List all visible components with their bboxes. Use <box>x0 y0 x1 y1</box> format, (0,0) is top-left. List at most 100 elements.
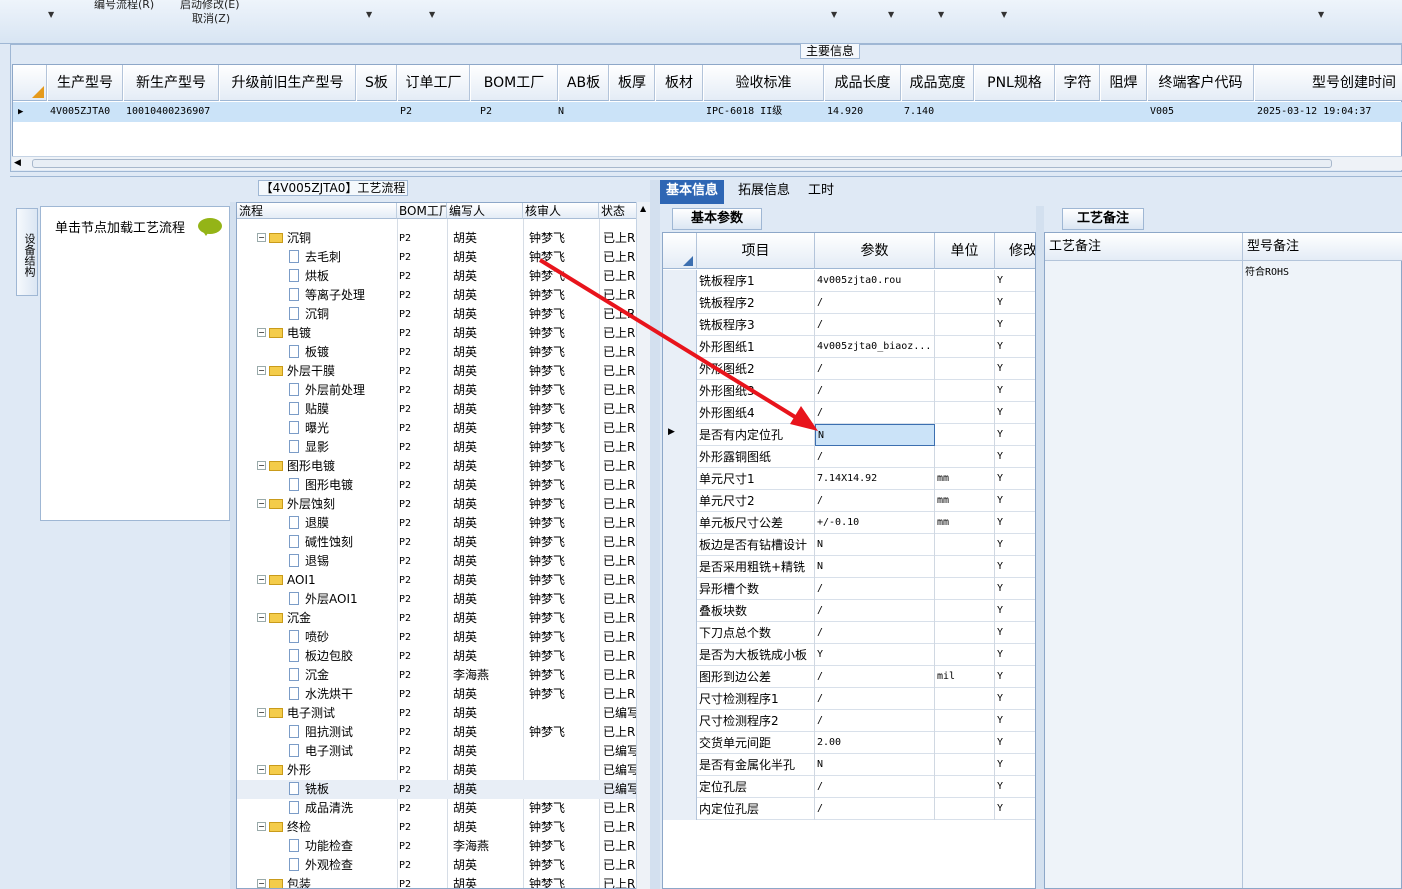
grid-corner[interactable] <box>663 233 697 269</box>
col-header[interactable]: 生产型号 <box>48 65 123 101</box>
tree-row[interactable]: − 电镀 P2 胡英 钟梦飞 已上R <box>237 324 637 343</box>
row-header[interactable] <box>663 556 697 578</box>
tree-node[interactable]: − AOI1 <box>257 571 397 590</box>
grid-corner[interactable] <box>13 65 47 101</box>
model-note-value[interactable]: 符合ROHS <box>1245 263 1289 278</box>
tree-row[interactable]: 退膜 P2 胡英 钟梦飞 已上R <box>237 514 637 533</box>
horizontal-scrollbar[interactable]: ◀ <box>12 156 1402 170</box>
tree-row[interactable]: 曝光 P2 胡英 钟梦飞 已上R <box>237 419 637 438</box>
tree-node[interactable]: 板镀 <box>289 343 397 362</box>
tree-row[interactable]: 外层AOI1 P2 胡英 钟梦飞 已上R <box>237 590 637 609</box>
param-row[interactable]: 外形图纸3/ Y <box>663 380 1035 402</box>
dropdown-arrow-icon[interactable]: ▼ <box>938 10 944 19</box>
param-row[interactable]: 内定位孔层 / Y <box>663 798 1035 820</box>
tree-row[interactable]: 退锡 P2 胡英 钟梦飞 已上R <box>237 552 637 571</box>
tree-node[interactable]: 等离子处理 <box>289 286 397 305</box>
dropdown-arrow-icon[interactable]: ▼ <box>366 10 372 19</box>
param-row[interactable]: 是否采用粗铣+精铣 N Y <box>663 556 1035 578</box>
row-header[interactable] <box>663 666 697 688</box>
param-value[interactable]: 2.00 <box>815 732 935 754</box>
param-value[interactable]: Y <box>815 644 935 666</box>
tree-node[interactable]: 水洗烘干 <box>289 685 397 704</box>
tree-row[interactable]: 外观检查 P2 胡英 钟梦飞 已上R <box>237 856 637 875</box>
col-header[interactable]: 核审人 <box>523 203 599 219</box>
tree-node[interactable]: − 电子测试 <box>257 704 397 723</box>
collapse-icon[interactable]: − <box>257 765 266 774</box>
ribbon-item-cancel[interactable]: 取消(Z) <box>192 10 230 26</box>
param-row[interactable]: ▶ 是否有内定位孔 N Y <box>663 424 1035 446</box>
param-value[interactable]: N <box>815 534 935 556</box>
tree-node[interactable]: − 终检 <box>257 818 397 837</box>
param-value[interactable]: / <box>815 380 935 402</box>
col-header[interactable]: S板 <box>357 65 397 101</box>
dropdown-arrow-icon[interactable]: ▼ <box>888 10 894 19</box>
process-note-field[interactable] <box>1045 261 1243 888</box>
param-row[interactable]: 板边是否有钻槽设计 N Y <box>663 534 1035 556</box>
param-value[interactable]: +/-0.10 <box>815 512 935 534</box>
dropdown-arrow-icon[interactable]: ▼ <box>48 10 54 19</box>
row-header[interactable] <box>663 314 697 336</box>
collapse-icon[interactable]: − <box>257 233 266 242</box>
tree-row[interactable]: 功能检查 P2 李海燕 钟梦飞 已上R <box>237 837 637 856</box>
param-row[interactable]: 尺寸检测程序2/ Y <box>663 710 1035 732</box>
tree-node[interactable]: 喷砂 <box>289 628 397 647</box>
side-tab-equipment[interactable]: 设备结构 <box>16 208 38 296</box>
row-header[interactable] <box>663 644 697 666</box>
param-row[interactable]: 下刀点总个数 / Y <box>663 622 1035 644</box>
param-row[interactable]: 单元尺寸1 7.14X14.92 mm Y <box>663 468 1035 490</box>
tree-node[interactable]: 显影 <box>289 438 397 457</box>
col-header[interactable]: PNL规格 <box>975 65 1055 101</box>
scroll-thumb[interactable] <box>32 159 1332 168</box>
table-row[interactable]: ▶ 4V005ZJTA0 10010400236907 P2 P2 N IPC-… <box>13 102 1402 122</box>
col-header[interactable]: 参数 <box>815 233 935 269</box>
tree-node[interactable]: 外观检查 <box>289 856 397 875</box>
cell[interactable]: P2 <box>398 102 470 122</box>
tree-row[interactable]: 沉铜 P2 胡英 钟梦飞 已上R <box>237 305 637 324</box>
tree-node[interactable]: 图形电镀 <box>289 476 397 495</box>
tree-row[interactable]: − 沉金 P2 胡英 钟梦飞 已上R <box>237 609 637 628</box>
cell[interactable]: P2 <box>478 102 558 122</box>
dropdown-arrow-icon[interactable]: ▼ <box>1001 10 1007 19</box>
cell[interactable] <box>975 102 1055 122</box>
collapse-icon[interactable]: − <box>257 328 266 337</box>
col-header[interactable]: 验收标准 <box>704 65 824 101</box>
param-value[interactable]: / <box>815 314 935 336</box>
tree-row[interactable]: 碱性蚀刻 P2 胡英 钟梦飞 已上R <box>237 533 637 552</box>
cell[interactable]: N <box>556 102 606 122</box>
col-header[interactable]: 字符 <box>1056 65 1100 101</box>
col-header[interactable]: 修改 <box>995 233 1035 269</box>
process-notes-tab[interactable]: 工艺备注 <box>1062 208 1144 230</box>
collapse-icon[interactable]: − <box>257 499 266 508</box>
tree-node[interactable]: − 图形电镀 <box>257 457 397 476</box>
col-header[interactable]: AB板 <box>559 65 609 101</box>
param-row[interactable]: 外形露铜图纸 / Y <box>663 446 1035 468</box>
param-row[interactable]: 铣板程序1 4v005zjta0.rou Y <box>663 270 1035 292</box>
tree-node[interactable]: 阻抗测试 <box>289 723 397 742</box>
tree-row[interactable]: 水洗烘干 P2 胡英 钟梦飞 已上R <box>237 685 637 704</box>
dropdown-arrow-icon[interactable]: ▼ <box>831 10 837 19</box>
tree-node[interactable]: 功能检查 <box>289 837 397 856</box>
col-header[interactable]: 阻焊 <box>1101 65 1147 101</box>
row-header[interactable] <box>663 336 697 358</box>
col-header[interactable]: 新生产型号 <box>124 65 219 101</box>
collapse-icon[interactable]: − <box>257 366 266 375</box>
tab-basic-info[interactable]: 基本信息 <box>660 180 725 204</box>
col-header[interactable]: 板厚 <box>610 65 655 101</box>
col-header[interactable]: BOM工厂 <box>471 65 558 101</box>
splitter[interactable] <box>1036 206 1044 889</box>
tree-row[interactable]: 板镀 P2 胡英 钟梦飞 已上R <box>237 343 637 362</box>
cell[interactable]: 10010400236907 <box>124 102 219 122</box>
param-row[interactable]: 尺寸检测程序1/ Y <box>663 688 1035 710</box>
row-header[interactable]: ▶ <box>663 424 697 446</box>
tree-node[interactable]: 外层前处理 <box>289 381 397 400</box>
param-row[interactable]: 异形槽个数 / Y <box>663 578 1035 600</box>
tree-row[interactable]: 烘板 P2 胡英 钟梦飞 已上R <box>237 267 637 286</box>
collapse-icon[interactable]: − <box>257 575 266 584</box>
col-header[interactable]: 项目 <box>697 233 815 269</box>
tree-node[interactable]: 沉金 <box>289 666 397 685</box>
tree-node[interactable]: − 外层干膜 <box>257 362 397 381</box>
row-header[interactable] <box>663 710 697 732</box>
tree-row[interactable]: 成品清洗 P2 胡英 钟梦飞 已上R <box>237 799 637 818</box>
col-header[interactable]: 板材 <box>656 65 703 101</box>
cell[interactable] <box>1056 102 1100 122</box>
